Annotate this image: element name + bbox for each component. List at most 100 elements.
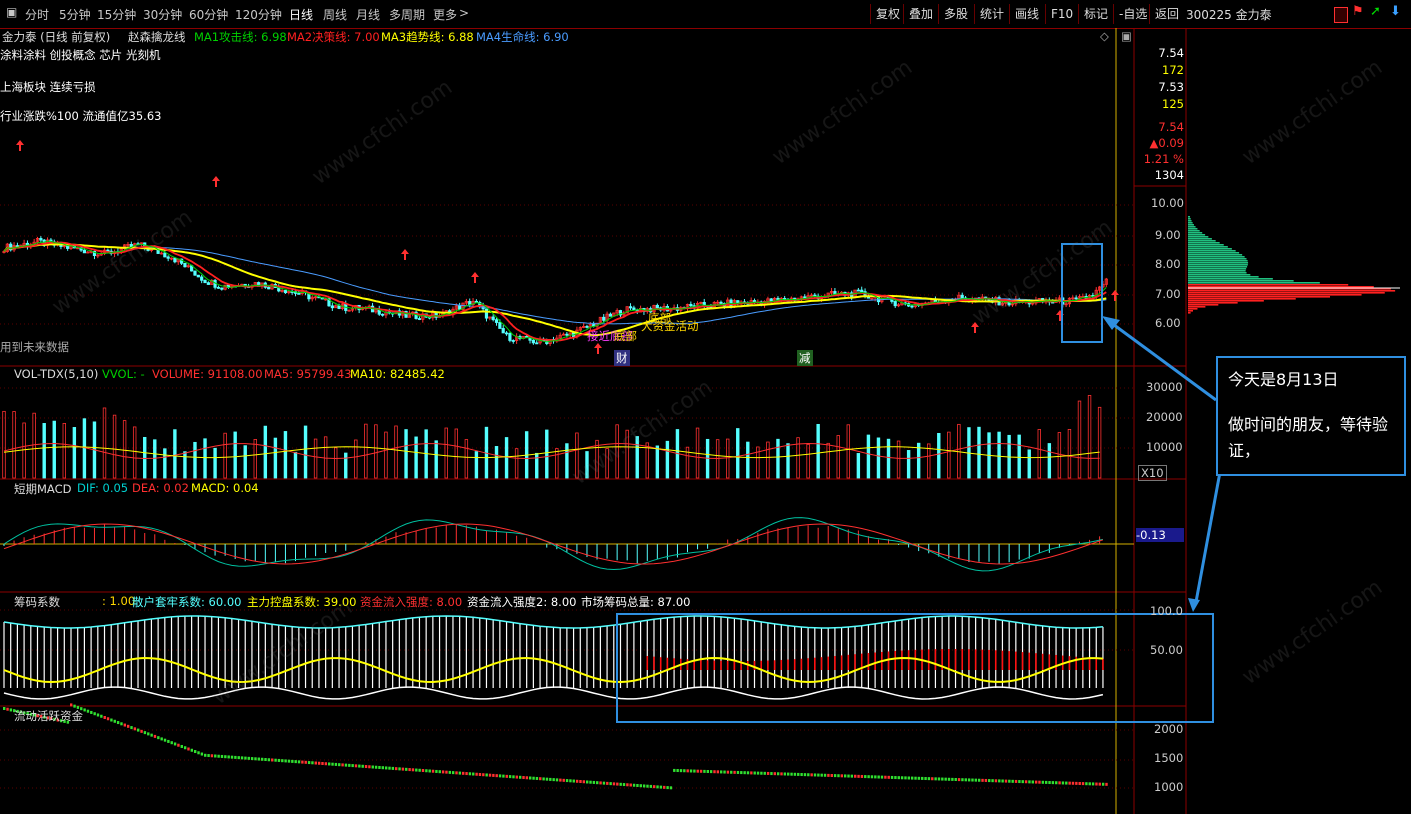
flow-mark	[709, 770, 713, 774]
report-icon[interactable]	[1334, 7, 1348, 23]
flow-mark	[803, 773, 807, 777]
flow-mark	[492, 773, 495, 777]
flow-tick: 1000	[1154, 780, 1184, 794]
flow-mark	[1055, 781, 1058, 785]
flow-mark	[438, 770, 441, 774]
tool-icon[interactable]: ⬇	[1390, 4, 1402, 19]
period-tab[interactable]: 15分钟	[97, 6, 136, 23]
ma2-label: MA2决策线: 7.00	[287, 30, 380, 44]
period-tab[interactable]: 120分钟	[235, 6, 282, 23]
flow-mark	[817, 773, 820, 777]
flow-mark	[666, 786, 669, 790]
flow-mark	[100, 714, 103, 718]
volume-bar	[1027, 449, 1031, 479]
flow-mark	[827, 773, 830, 777]
candle	[531, 339, 535, 344]
stats-button[interactable]: 统计	[974, 4, 1009, 24]
flag-icon[interactable]: ⚑	[1352, 4, 1364, 19]
flow-mark	[713, 770, 716, 774]
volume-bar	[163, 448, 167, 479]
flow-mark	[750, 771, 753, 775]
flow-mark	[361, 764, 364, 768]
flow-mark	[847, 774, 850, 778]
period-tab[interactable]: 周线	[323, 6, 347, 23]
flow-mark	[867, 775, 870, 779]
flow-mark	[150, 733, 153, 737]
period-tab[interactable]: 多周期	[389, 6, 425, 23]
period-tab[interactable]: 更多	[433, 6, 457, 23]
flow-mark	[1058, 781, 1061, 785]
price-tick: 6.00	[1155, 316, 1181, 330]
chip-distribution-bar	[1188, 236, 1209, 238]
reduce-marker[interactable]: 减	[797, 350, 813, 366]
flow-mark	[123, 723, 127, 727]
overlay-button[interactable]: 叠加	[903, 4, 938, 24]
period-tab[interactable]: 分时	[25, 6, 49, 23]
flow-mark	[723, 770, 726, 774]
watchlist-button[interactable]: -自选	[1113, 4, 1152, 24]
flow-mark	[1071, 781, 1075, 785]
flow-mark	[143, 731, 147, 735]
vol-title: VOL-TDX(5,10)	[14, 367, 99, 381]
back-button[interactable]: 返回	[1149, 4, 1184, 24]
panel-toggle-icon[interactable]: ▣	[1121, 29, 1132, 43]
period-tab[interactable]: 5分钟	[59, 6, 91, 23]
volume-bar	[22, 422, 26, 479]
chip-distribution-bar	[1188, 304, 1219, 306]
concept-label: 涂料涂料 创投概念 芯片 光刻机	[0, 48, 161, 62]
arrow-icon[interactable]: ➚	[1370, 4, 1382, 19]
flow-mark	[703, 769, 706, 773]
candle	[82, 249, 87, 254]
flow-mark	[388, 766, 391, 770]
flow-mark	[870, 775, 874, 779]
finance-marker[interactable]: 财	[614, 350, 630, 366]
chevron-right-icon[interactable]: >	[459, 6, 469, 20]
draw-button[interactable]: 画线	[1009, 4, 1044, 24]
indicator-name: 赵森擒龙线	[128, 30, 186, 44]
flow-mark	[683, 769, 686, 773]
candle	[267, 286, 271, 290]
period-tab-active[interactable]: 日线	[289, 6, 313, 23]
vol-tick: 20000	[1146, 410, 1183, 424]
period-tab[interactable]: 60分钟	[189, 6, 228, 23]
flow-mark	[274, 758, 277, 762]
multi-stock-button[interactable]: 多股	[938, 4, 973, 24]
info-value: 1304	[1154, 168, 1184, 182]
period-tab[interactable]: 月线	[356, 6, 380, 23]
diamond-icon[interactable]: ◇	[1100, 29, 1109, 43]
flow-mark	[549, 777, 552, 781]
volume-bar	[173, 429, 177, 479]
volume-bar	[2, 410, 6, 479]
chip-distribution-bar	[1188, 246, 1228, 248]
restore-button[interactable]: 复权	[870, 4, 905, 24]
flow-mark	[183, 746, 187, 750]
flow-mark	[931, 777, 934, 781]
flow-mark	[572, 779, 575, 783]
candle	[283, 290, 288, 294]
flow-mark	[1085, 782, 1088, 786]
flow-mark	[190, 748, 194, 752]
period-tab[interactable]: 30分钟	[143, 6, 182, 23]
flow-mark	[448, 770, 452, 774]
chip-distribution-bar	[1188, 284, 1349, 286]
candle	[893, 301, 897, 307]
flow-mark	[264, 758, 267, 762]
flow-mark	[579, 780, 582, 784]
flow-mark	[505, 774, 508, 778]
flow-mark	[562, 778, 565, 782]
menu-icon[interactable]: ▣	[6, 5, 17, 19]
flow-mark	[327, 762, 331, 766]
flow-mark	[716, 770, 720, 774]
flow-mark	[512, 775, 515, 779]
mark-button[interactable]: 标记	[1078, 4, 1113, 24]
candle	[173, 257, 177, 263]
price-tick: 7.00	[1155, 287, 1181, 301]
f10-button[interactable]: F10	[1045, 4, 1078, 24]
candle	[511, 340, 515, 342]
chip-distribution-bar	[1188, 274, 1251, 276]
flow-mark	[535, 776, 539, 780]
volume-bar	[394, 425, 398, 479]
flow-mark	[180, 744, 183, 748]
volume-bar	[746, 441, 750, 479]
flow-tick: 2000	[1154, 722, 1184, 736]
